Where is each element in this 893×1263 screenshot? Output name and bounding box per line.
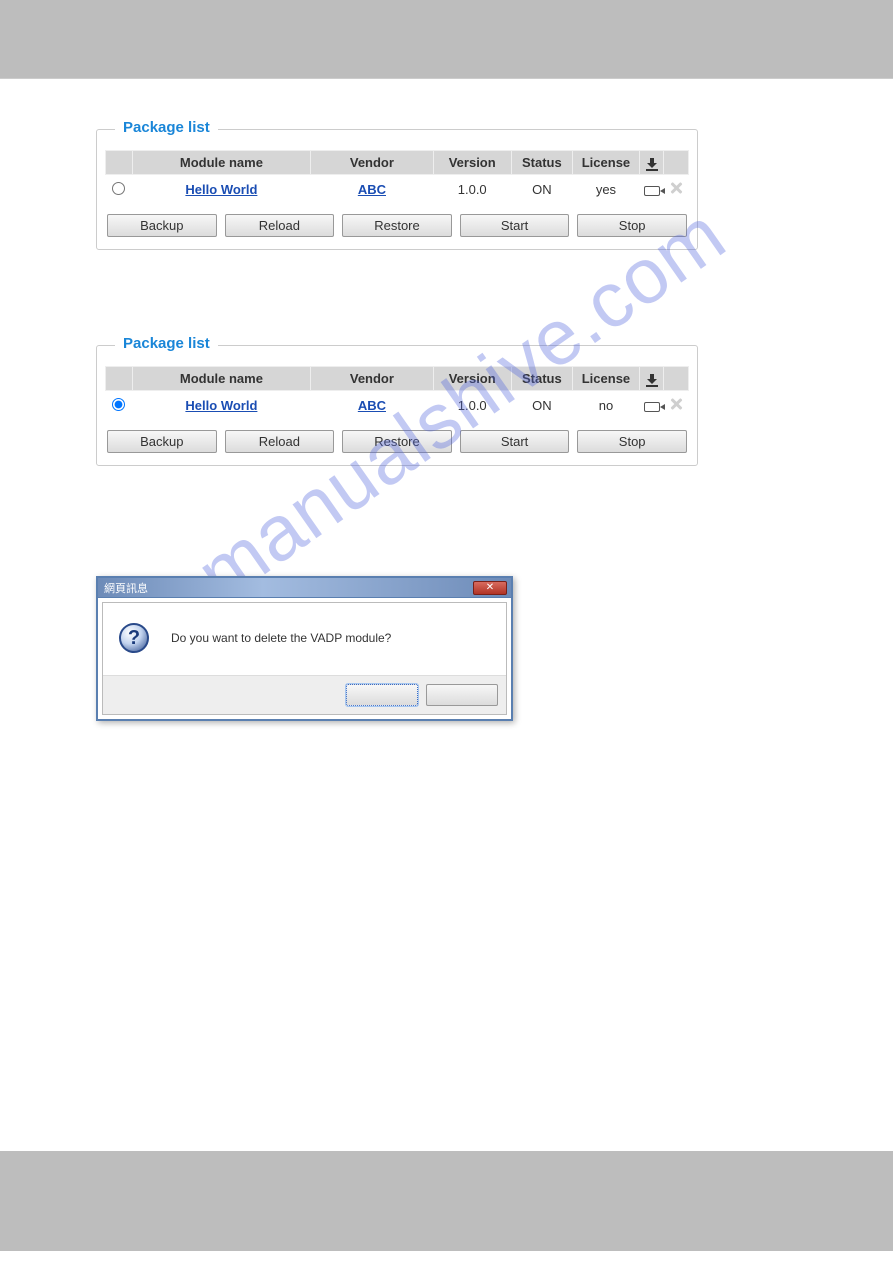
- close-icon: ✕: [486, 583, 494, 593]
- vendor-link[interactable]: ABC: [358, 182, 386, 197]
- button-row: Backup Reload Restore Start Stop: [105, 214, 689, 237]
- col-select: [106, 367, 133, 391]
- status-cell: ON: [511, 175, 572, 205]
- question-icon: ?: [119, 623, 149, 653]
- stop-button[interactable]: Stop: [577, 214, 687, 237]
- version-cell: 1.0.0: [433, 391, 511, 421]
- header-bar: [0, 0, 893, 78]
- col-vendor: Vendor: [311, 151, 434, 175]
- dialog-inner: ? Do you want to delete the VADP module?: [102, 602, 507, 715]
- row-select-radio[interactable]: [112, 182, 125, 195]
- col-version: Version: [433, 367, 511, 391]
- dialog-button-row: [103, 675, 506, 714]
- footer-bar: [0, 1151, 893, 1251]
- row-select-radio[interactable]: [112, 398, 125, 411]
- table-row: Hello World ABC 1.0.0 ON no: [106, 391, 689, 421]
- col-vendor: Vendor: [311, 367, 434, 391]
- module-link[interactable]: Hello World: [185, 182, 257, 197]
- delete-icon[interactable]: [669, 181, 683, 195]
- camera-icon[interactable]: [644, 186, 660, 196]
- backup-button[interactable]: Backup: [107, 430, 217, 453]
- delete-icon[interactable]: [669, 397, 683, 411]
- col-download: [639, 367, 664, 391]
- col-license: License: [573, 151, 640, 175]
- col-download: [639, 151, 664, 175]
- table-header-row: Module name Vendor Version Status Licens…: [106, 151, 689, 175]
- start-button[interactable]: Start: [460, 430, 570, 453]
- dialog-message: Do you want to delete the VADP module?: [171, 631, 391, 645]
- dialog-ok-button[interactable]: [346, 684, 418, 706]
- license-cell: no: [573, 391, 640, 421]
- dialog-message-row: ? Do you want to delete the VADP module?: [103, 603, 506, 675]
- dialog-close-button[interactable]: ✕: [473, 581, 507, 595]
- version-cell: 1.0.0: [433, 175, 511, 205]
- panel-title: Package list: [115, 119, 218, 136]
- package-list-panel-1: Package list Module name Vendor Version …: [96, 129, 698, 250]
- status-cell: ON: [511, 391, 572, 421]
- confirm-dialog: 網頁訊息 ✕ ? Do you want to delete the VADP …: [96, 576, 513, 721]
- col-license: License: [573, 367, 640, 391]
- dialog-title: 網頁訊息: [104, 580, 148, 596]
- col-status: Status: [511, 367, 572, 391]
- page-content: manualshive.com Package list Module name…: [0, 79, 893, 1251]
- dialog-body: ? Do you want to delete the VADP module?: [98, 598, 511, 719]
- package-list-panel-2: Package list Module name Vendor Version …: [96, 345, 698, 466]
- panel-title: Package list: [115, 335, 218, 352]
- start-button[interactable]: Start: [460, 214, 570, 237]
- camera-icon[interactable]: [644, 402, 660, 412]
- col-select: [106, 151, 133, 175]
- restore-button[interactable]: Restore: [342, 430, 452, 453]
- stop-button[interactable]: Stop: [577, 430, 687, 453]
- col-version: Version: [433, 151, 511, 175]
- package-table: Module name Vendor Version Status Licens…: [105, 366, 689, 420]
- col-delete: [664, 367, 689, 391]
- table-row: Hello World ABC 1.0.0 ON yes: [106, 175, 689, 205]
- module-link[interactable]: Hello World: [185, 398, 257, 413]
- dialog-cancel-button[interactable]: [426, 684, 498, 706]
- reload-button[interactable]: Reload: [225, 430, 335, 453]
- reload-button[interactable]: Reload: [225, 214, 335, 237]
- license-cell: yes: [573, 175, 640, 205]
- table-header-row: Module name Vendor Version Status Licens…: [106, 367, 689, 391]
- dialog-titlebar[interactable]: 網頁訊息 ✕: [98, 578, 511, 598]
- col-module: Module name: [132, 367, 310, 391]
- col-delete: [664, 151, 689, 175]
- backup-button[interactable]: Backup: [107, 214, 217, 237]
- restore-button[interactable]: Restore: [342, 214, 452, 237]
- col-module: Module name: [132, 151, 310, 175]
- button-row: Backup Reload Restore Start Stop: [105, 430, 689, 453]
- col-status: Status: [511, 151, 572, 175]
- vendor-link[interactable]: ABC: [358, 398, 386, 413]
- package-table: Module name Vendor Version Status Licens…: [105, 150, 689, 204]
